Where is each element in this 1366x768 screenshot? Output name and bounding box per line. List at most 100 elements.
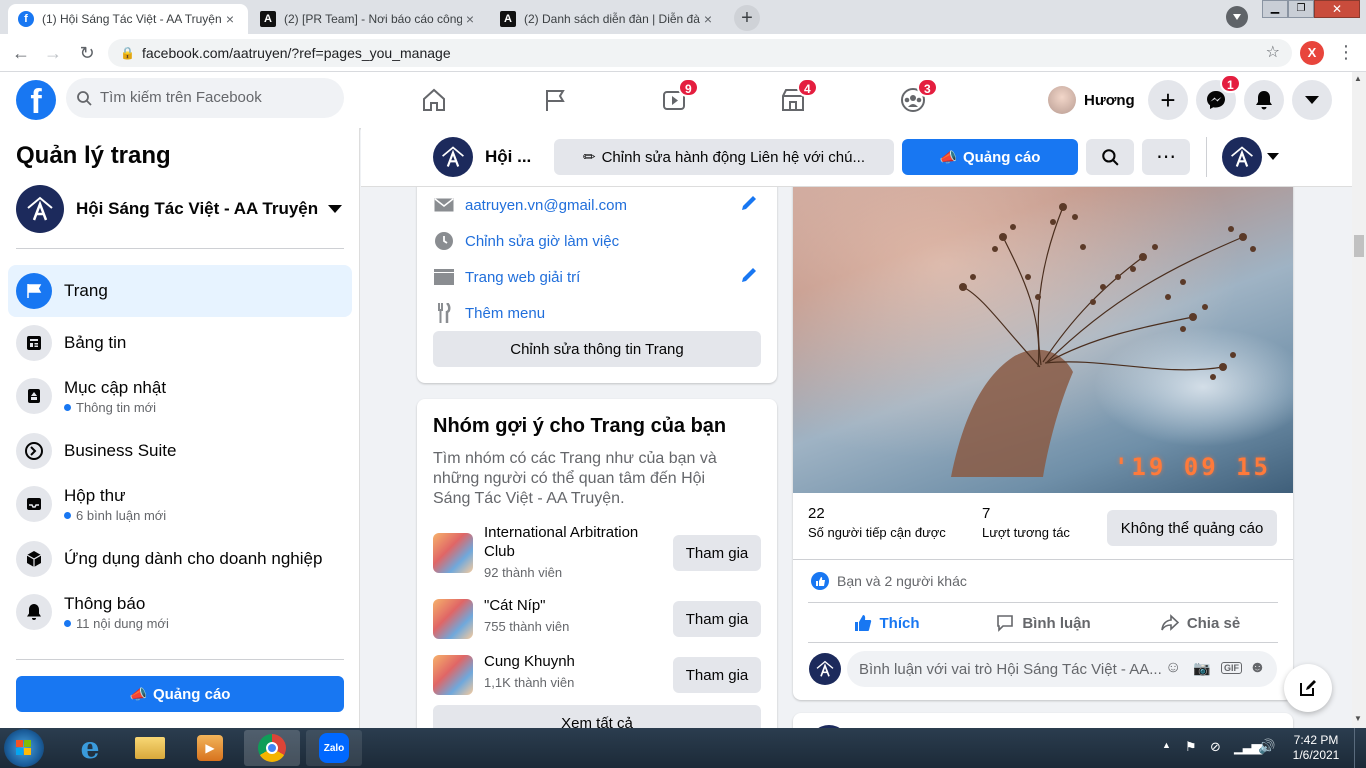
volume-icon[interactable]: 🔊 — [1258, 738, 1275, 755]
new-message-compose-icon[interactable] — [1284, 664, 1332, 712]
sidebar-item-muc-cap-nhat[interactable]: Mục cập nhật Thông tin mới — [8, 369, 352, 423]
signal-bars-icon[interactable]: ▁▃▅ — [1234, 738, 1262, 755]
browser-menu-icon[interactable]: ⋮ — [1336, 42, 1356, 64]
scroll-up-arrow-icon[interactable]: ▲ — [1354, 74, 1362, 83]
group-thumbnail[interactable] — [433, 533, 473, 573]
hours-row[interactable]: Chỉnh sửa giờ làm việc — [433, 229, 619, 253]
sticker-icon[interactable]: ☻ — [1249, 659, 1266, 677]
sidebar-promote-button[interactable]: 📣 Quảng cáo — [16, 676, 344, 712]
sidebar-item-ung-dung[interactable]: Ứng dụng dành cho doanh nghiệp — [8, 533, 352, 585]
comment-input[interactable]: Bình luận với vai trò Hội Sáng Tác Việt … — [847, 651, 1277, 687]
more-options-icon[interactable]: ⋯ — [1142, 139, 1190, 175]
watch-icon[interactable]: 9 — [656, 78, 699, 118]
page-switcher[interactable]: Hội Sáng Tác Việt - AA Truyện — [16, 184, 346, 234]
group-thumbnail[interactable] — [433, 599, 473, 639]
marketplace-icon[interactable]: 4 — [775, 78, 818, 118]
tab-close-icon[interactable]: × — [222, 11, 238, 27]
category-row[interactable]: Trang web giải trí — [433, 265, 580, 289]
join-group-button[interactable]: Tham gia — [673, 535, 761, 571]
group-name[interactable]: Cung Khuynh — [484, 653, 575, 670]
gif-icon[interactable]: GIF — [1221, 662, 1242, 674]
create-plus-icon[interactable]: + — [1148, 80, 1188, 120]
maximize-icon[interactable]: ❐ — [1288, 0, 1314, 18]
browser-tab-active[interactable]: f (1) Hội Sáng Tác Việt - AA Truyện × — [8, 4, 248, 34]
reactions-summary[interactable]: Bạn và 2 người khác — [811, 572, 967, 590]
unread-dot — [64, 619, 71, 627]
reload-icon[interactable]: ↻ — [76, 42, 98, 64]
minimize-icon[interactable]: ▁ — [1262, 0, 1288, 18]
groups-icon[interactable]: 3 — [895, 78, 938, 118]
back-icon[interactable]: ← — [10, 42, 32, 64]
show-hidden-icons-icon[interactable]: ▲ — [1162, 740, 1171, 750]
zalo-app-icon[interactable]: Zalo — [306, 730, 362, 766]
chrome-icon[interactable] — [244, 730, 300, 766]
action-center-flag-icon[interactable]: ⚑ — [1185, 739, 1197, 755]
new-tab-button[interactable]: + — [734, 5, 760, 31]
scrollbar-thumb[interactable] — [1354, 235, 1364, 257]
edit-page-info-button[interactable]: Chỉnh sửa thông tin Trang — [433, 331, 761, 367]
tab-close-icon[interactable]: × — [700, 11, 716, 27]
page-search-button[interactable] — [1086, 139, 1134, 175]
edit-contact-action-button[interactable]: ✏ Chỉnh sửa hành động Liên hệ với chú... — [554, 139, 894, 175]
address-bar[interactable]: 🔒 facebook.com/aatruyen/?ref=pages_you_m… — [108, 39, 1292, 67]
edit-email-pencil-icon[interactable] — [739, 193, 759, 218]
start-button-icon[interactable] — [4, 729, 44, 767]
edit-hours-link[interactable]: Chỉnh sửa giờ làm việc — [465, 233, 619, 250]
email-link[interactable]: aatruyen.vn@gmail.com — [465, 197, 627, 214]
browser-tab[interactable]: A (2) [PR Team] - Nơi báo cáo công × — [250, 4, 488, 34]
profile-avatar[interactable]: X — [1300, 41, 1324, 65]
see-all-groups-button[interactable]: Xem tất cả — [433, 705, 761, 728]
group-name[interactable]: International Arbitration Club — [484, 523, 664, 561]
group-name[interactable]: "Cát Níp" — [484, 597, 546, 614]
reactions-text: Bạn và 2 người khác — [837, 573, 967, 589]
forward-icon[interactable]: → — [42, 42, 64, 64]
emoji-icon[interactable]: ☺ — [1165, 659, 1181, 677]
acting-as-caret-icon[interactable] — [1267, 153, 1279, 160]
bookmark-star-icon[interactable]: ☆ — [1266, 39, 1280, 67]
show-desktop-button[interactable] — [1354, 728, 1366, 768]
system-clock[interactable]: 7:42 PM 1/6/2021 — [1288, 733, 1344, 763]
menu-row[interactable]: Thêm menu — [433, 301, 545, 325]
media-player-icon[interactable]: ▶ — [182, 730, 238, 766]
account-menu-icon[interactable] — [1292, 80, 1332, 120]
group-thumbnail[interactable] — [433, 655, 473, 695]
file-explorer-icon[interactable] — [122, 730, 178, 766]
pages-flag-icon[interactable] — [537, 82, 573, 118]
internet-explorer-icon[interactable]: e — [62, 730, 118, 766]
notifications-bell-icon[interactable] — [1244, 80, 1284, 120]
sidebar-item-business-suite[interactable]: Business Suite — [8, 425, 352, 477]
promote-button[interactable]: 📣 Quảng cáo — [902, 139, 1078, 175]
sidebar-item-trang[interactable]: Trang — [8, 265, 352, 317]
category-link[interactable]: Trang web giải trí — [465, 269, 580, 286]
sidebar-item-hop-thu[interactable]: Hộp thư 6 bình luận mới — [8, 477, 352, 531]
add-menu-link[interactable]: Thêm menu — [465, 305, 545, 322]
divider — [16, 248, 344, 249]
page-avatar-small[interactable] — [433, 137, 473, 177]
messenger-icon[interactable]: 1 — [1196, 74, 1241, 120]
join-group-button[interactable]: Tham gia — [673, 657, 761, 693]
email-row[interactable]: aatruyen.vn@gmail.com — [433, 193, 627, 217]
cannot-promote-button[interactable]: Không thể quảng cáo — [1107, 510, 1277, 546]
scroll-down-arrow-icon[interactable]: ▼ — [1354, 714, 1362, 723]
network-warning-icon[interactable]: ⊘ — [1210, 739, 1221, 755]
bell-icon — [16, 594, 52, 630]
browser-tab[interactable]: A (2) Danh sách diễn đàn | Diễn đàn × — [490, 4, 726, 34]
comment-button[interactable]: Bình luận — [965, 607, 1122, 639]
acting-as-avatar[interactable] — [1222, 137, 1262, 177]
page-scrollbar[interactable]: ▲ ▼ — [1352, 72, 1366, 728]
sidebar-item-thong-bao[interactable]: Thông báo 11 nội dung mới — [8, 585, 352, 639]
home-icon[interactable] — [416, 82, 452, 118]
post-photo[interactable]: '19 09 15 — [793, 187, 1293, 493]
tab-search-icon[interactable] — [1226, 6, 1248, 28]
share-button[interactable]: Chia sẻ — [1122, 607, 1279, 639]
like-button[interactable]: Thích — [808, 607, 965, 639]
sidebar-item-bang-tin[interactable]: Bảng tin — [8, 317, 352, 369]
camera-icon[interactable]: 📷 — [1193, 660, 1210, 677]
edit-category-pencil-icon[interactable] — [739, 265, 759, 290]
window-close-icon[interactable]: ✕ — [1314, 0, 1360, 18]
tab-close-icon[interactable]: × — [462, 11, 478, 27]
join-group-button[interactable]: Tham gia — [673, 601, 761, 637]
facebook-logo-icon[interactable]: f — [16, 80, 56, 121]
facebook-search-input[interactable]: Tìm kiếm trên Facebook — [66, 78, 344, 118]
profile-shortcut[interactable]: Hương — [1042, 82, 1145, 118]
